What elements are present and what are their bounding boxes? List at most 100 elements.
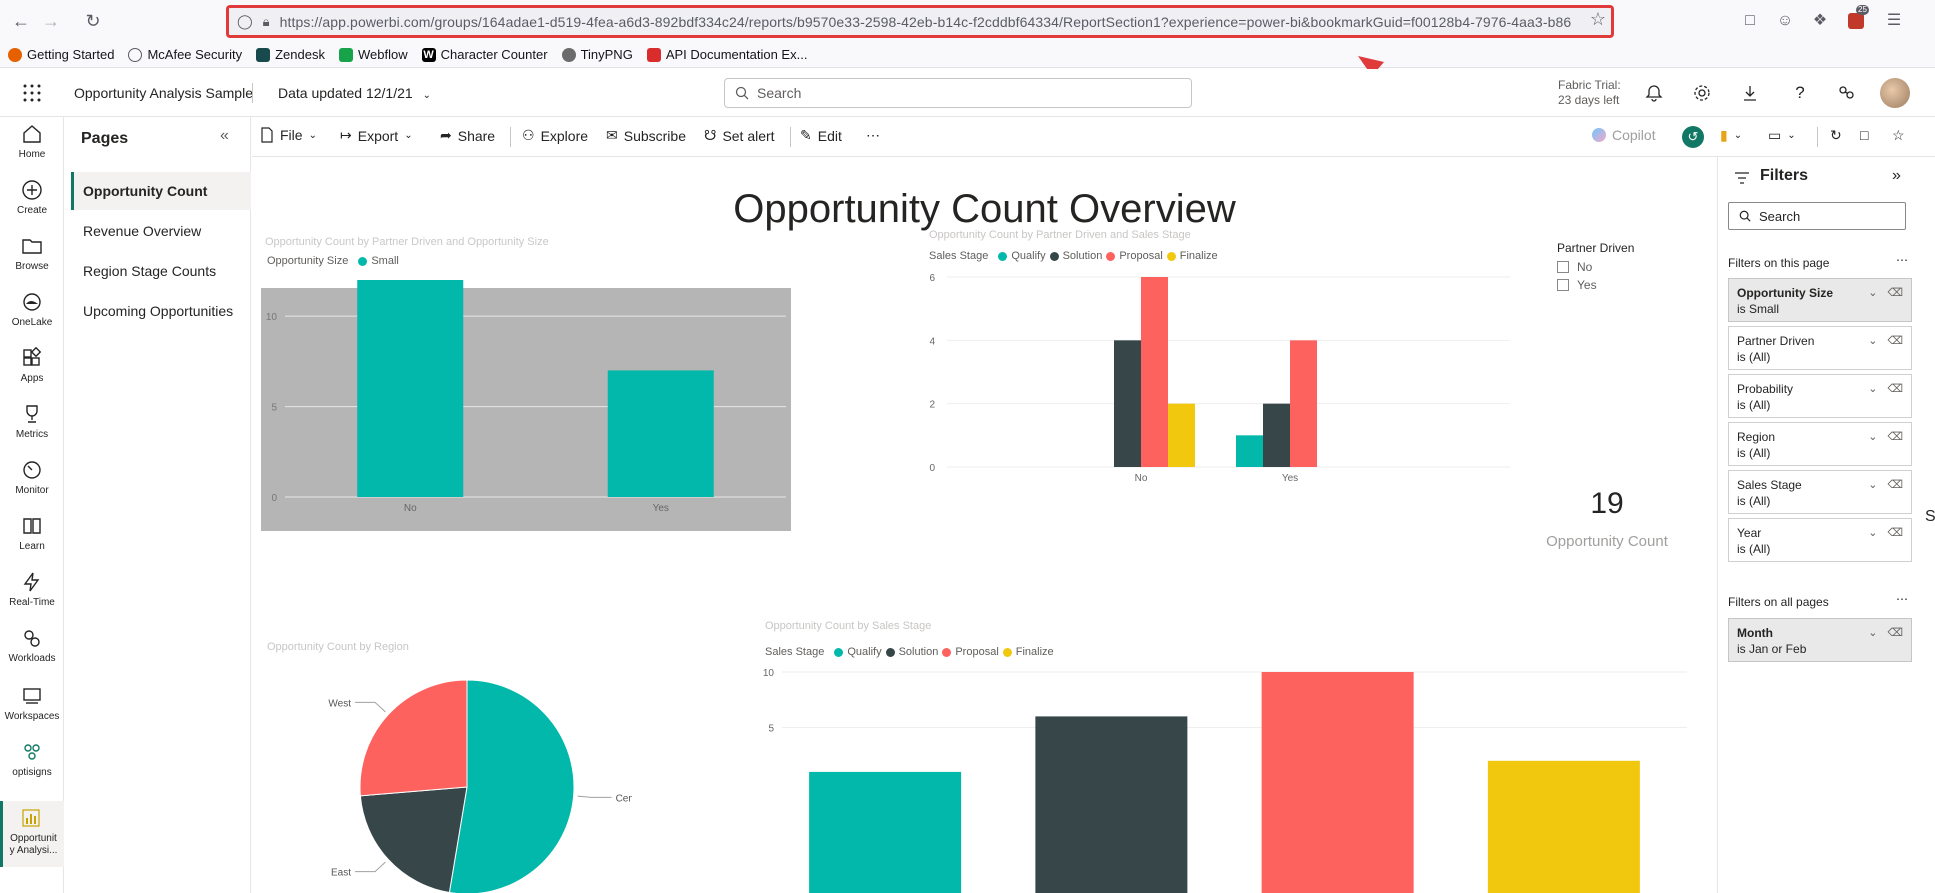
pocket-icon[interactable]: □ [1740, 11, 1760, 31]
bookmark-tinypng[interactable]: TinyPNG [561, 47, 633, 62]
bookmark-star-icon[interactable]: ☆ [1588, 9, 1608, 29]
page-tab-opportunity-count[interactable]: Opportunity Count [71, 172, 251, 210]
bookmark-mcafee[interactable]: McAfee Security [128, 47, 242, 62]
chevron-down-icon[interactable]: ⌄ [1868, 525, 1877, 541]
rail-item-metrics[interactable]: Metrics [0, 397, 64, 451]
report-title[interactable]: Opportunity Analysis Sample [74, 85, 253, 101]
export-menu-button[interactable]: ↦ Export ⌄ [340, 127, 413, 144]
share-people-icon[interactable] [1836, 83, 1856, 103]
page-tab-upcoming-opportunities[interactable]: Upcoming Opportunities [71, 292, 251, 330]
app-launcher-icon[interactable] [22, 83, 42, 103]
bookmark-api-docs[interactable]: API Documentation Ex... [646, 47, 807, 62]
bookmark-zendesk[interactable]: Zendesk [256, 47, 325, 62]
filter-card-month[interactable]: Month is Jan or Feb ⌄ ⌫ [1728, 618, 1912, 662]
rail-item-monitor[interactable]: Monitor [0, 453, 64, 507]
pencil-icon: ✎ [800, 127, 812, 143]
filter-card-opportunity-size[interactable]: Opportunity Size is Small ⌄ ⌫ [1728, 278, 1912, 322]
bookmark-getting-started[interactable]: Getting Started [8, 47, 114, 62]
collapse-double-chevron-icon[interactable]: « [220, 127, 229, 145]
rail-item-learn[interactable]: Learn [0, 509, 64, 563]
lock-icon[interactable]: 🔒︎ [263, 14, 270, 30]
back-arrow-icon[interactable]: ← [10, 10, 32, 32]
share-button[interactable]: ➦ Share [440, 127, 495, 144]
gear-icon[interactable] [1692, 83, 1712, 103]
extensions-icon[interactable]: ❖ [1810, 11, 1830, 31]
chevron-down-icon[interactable]: ⌄ [1868, 625, 1877, 641]
help-icon[interactable]: ? [1790, 83, 1810, 103]
filter-card-region[interactable]: Region is (All) ⌄ ⌫ [1728, 422, 1912, 466]
fabric-trial-status[interactable]: Fabric Trial: 23 days left [1558, 78, 1621, 108]
chevron-down-icon[interactable]: ⌄ [1868, 285, 1877, 301]
subscribe-button[interactable]: ✉ Subscribe [606, 127, 686, 144]
copilot-button[interactable]: Copilot [1592, 127, 1656, 143]
more-options-button[interactable]: ⋯ [866, 127, 880, 144]
avatar[interactable] [1880, 78, 1910, 108]
url-text[interactable]: https://app.powerbi.com/groups/164adae1-… [280, 14, 1572, 30]
eraser-icon[interactable]: ⌫ [1887, 525, 1903, 541]
eraser-icon[interactable]: ⌫ [1887, 429, 1903, 445]
bookmark-menu-button[interactable]: ▮ ⌄ [1720, 127, 1742, 144]
download-icon[interactable] [1740, 83, 1760, 103]
slicer-option-yes[interactable]: Yes [1557, 278, 1597, 292]
eraser-icon[interactable]: ⌫ [1887, 381, 1903, 397]
favorite-star-icon[interactable]: ☆ [1892, 127, 1905, 144]
reset-icon[interactable]: ↺ [1682, 126, 1704, 148]
file-menu-button[interactable]: File ⌄ [260, 127, 317, 143]
comment-icon[interactable]: □ [1860, 127, 1868, 143]
rail-item-home[interactable]: Home [0, 117, 64, 171]
rail-item-apps[interactable]: Apps [0, 341, 64, 395]
chart-partner-driven-size[interactable]: 0 5 10 No Yes [261, 270, 791, 531]
search-icon [1739, 210, 1751, 222]
chevron-down-icon[interactable]: ⌄ [1868, 429, 1877, 445]
bookmark-character-counter[interactable]: W Character Counter [421, 47, 548, 62]
rail-item-browse[interactable]: Browse [0, 229, 64, 283]
eraser-icon[interactable]: ⌫ [1887, 285, 1903, 301]
bell-icon[interactable] [1644, 83, 1664, 103]
rail-item-optisigns[interactable]: optisigns [0, 735, 64, 789]
extension-badge-icon[interactable]: 25 [1846, 5, 1869, 31]
chevron-down-icon[interactable]: ⌄ [1868, 333, 1877, 349]
url-bar[interactable]: ◯ 🔒︎ https://app.powerbi.com/groups/164a… [226, 5, 1614, 38]
forward-arrow-icon[interactable]: → [40, 10, 62, 32]
reload-icon[interactable]: ↻ [82, 10, 104, 32]
edit-button[interactable]: ✎ Edit [800, 127, 842, 144]
eraser-icon[interactable]: ⌫ [1887, 333, 1903, 349]
filter-card-probability[interactable]: Probability is (All) ⌄ ⌫ [1728, 374, 1912, 418]
filters-search-input[interactable]: Search [1728, 202, 1906, 230]
eraser-icon[interactable]: ⌫ [1887, 477, 1903, 493]
chart-partner-driven-stage[interactable]: 0 2 4 6 No Yes [925, 267, 1515, 492]
more-options-icon[interactable]: ⋯ [1896, 592, 1908, 606]
page-tab-region-stage-counts[interactable]: Region Stage Counts [71, 252, 251, 290]
rail-item-opportunity-analysis[interactable]: Opportunit y Analysi... [0, 801, 64, 867]
refresh-icon[interactable]: ↻ [1830, 127, 1842, 144]
rail-item-real-time[interactable]: Real-Time [0, 565, 64, 619]
search-icon [735, 86, 749, 100]
collapse-filters-chevron-icon[interactable]: » [1892, 167, 1901, 185]
chevron-down-icon[interactable]: ⌄ [1868, 477, 1877, 493]
shield-icon[interactable]: ◯ [237, 13, 253, 30]
global-search-input[interactable]: Search [724, 78, 1192, 108]
chevron-down-icon[interactable]: ⌄ [1868, 381, 1877, 397]
filter-card-partner-driven[interactable]: Partner Driven is (All) ⌄ ⌫ [1728, 326, 1912, 370]
chart-sales-stage[interactable]: 5 10 [762, 662, 1692, 893]
eraser-icon[interactable]: ⌫ [1887, 625, 1903, 641]
rail-item-workloads[interactable]: Workloads [0, 621, 64, 675]
set-alert-button[interactable]: ☋ Set alert [704, 127, 775, 144]
account-icon[interactable]: ☺ [1775, 11, 1795, 31]
slicer-option-no[interactable]: No [1557, 260, 1592, 274]
data-updated-dropdown[interactable]: Data updated 12/1/21 ⌄ [278, 85, 431, 101]
page-tab-revenue-overview[interactable]: Revenue Overview [71, 212, 251, 250]
view-menu-button[interactable]: ▭ ⌄ [1768, 127, 1796, 144]
hamburger-menu-icon[interactable]: ☰ [1884, 11, 1904, 31]
rail-item-onelake[interactable]: OneLake [0, 285, 64, 339]
explore-button[interactable]: ⚇ Explore [522, 127, 588, 144]
chart-region-pie[interactable]: Central East West [312, 677, 632, 893]
rail-item-create[interactable]: Create [0, 173, 64, 227]
rail-item-workspaces[interactable]: Workspaces [0, 679, 64, 733]
filter-card-sales-stage[interactable]: Sales Stage is (All) ⌄ ⌫ [1728, 470, 1912, 514]
filter-card-year[interactable]: Year is (All) ⌄ ⌫ [1728, 518, 1912, 562]
more-options-icon[interactable]: ⋯ [1896, 253, 1908, 267]
bookmark-webflow[interactable]: Webflow [338, 47, 408, 62]
y-tick-label: 6 [929, 273, 935, 284]
bar [357, 280, 464, 497]
